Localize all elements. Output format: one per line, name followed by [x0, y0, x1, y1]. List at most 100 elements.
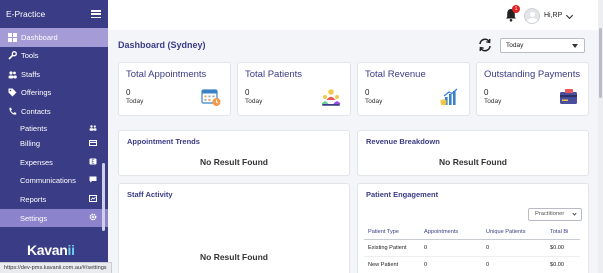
- stat-card-appointments: Total Appointments 0 Today: [118, 62, 231, 116]
- stat-period: Today: [484, 98, 502, 105]
- period-select-value: Today: [506, 42, 524, 49]
- column-header[interactable]: Unique Patients: [482, 226, 546, 240]
- table-cell: 0: [420, 239, 482, 257]
- page-title: Dashboard (Sydney): [118, 40, 206, 50]
- patients-icon: [321, 89, 341, 106]
- stat-value: 0: [365, 88, 370, 97]
- stat-title: Outstanding Payments: [484, 69, 581, 80]
- notification-badge: 1: [512, 5, 520, 13]
- revenue-icon: [440, 88, 458, 106]
- avatar[interactable]: [524, 8, 540, 24]
- caret-down-icon: [572, 44, 578, 48]
- period-select[interactable]: Today: [500, 38, 585, 53]
- column-header[interactable]: Appointments: [420, 226, 482, 240]
- user-name[interactable]: Hi,RP: [544, 12, 562, 19]
- panel-staff-activity: Staff Activity No Result Found: [118, 183, 350, 273]
- panel-title: Appointment Trends: [127, 137, 200, 146]
- panel-title: Revenue Breakdown: [366, 137, 440, 146]
- practitioner-filter-label: Practitioner: [535, 211, 565, 217]
- table-cell: Existing Patient: [364, 239, 420, 257]
- sidebar-item-expenses[interactable]: Expenses E: [0, 153, 108, 172]
- phone-icon: [8, 107, 17, 116]
- empty-message: No Result Found: [439, 157, 507, 167]
- logo-accent: ii: [67, 242, 75, 258]
- report-icon: [89, 194, 97, 204]
- stat-value: 0: [245, 88, 250, 97]
- sidebar-item-label: Reports: [20, 194, 47, 204]
- sidebar-item-label: Patients: [20, 123, 48, 133]
- scrollbar-thumb[interactable]: [599, 28, 602, 98]
- table-cell: $0.00: [546, 256, 580, 273]
- table-cell: 0: [482, 256, 546, 273]
- sidebar-item-label: Communications: [20, 176, 76, 186]
- sidebar-item-label: Tools: [21, 51, 39, 61]
- payments-icon: [560, 89, 577, 104]
- stat-card-patients: Total Patients 0 Today: [237, 62, 351, 116]
- sidebar-item-label: Staffs: [21, 69, 41, 79]
- stat-card-outstanding: Outstanding Payments 0 Today: [476, 62, 589, 116]
- tag-icon: [8, 88, 17, 97]
- panel-appointment-trends: Appointment Trends No Result Found: [118, 130, 350, 176]
- dashboard-icon: [8, 32, 17, 42]
- sidebar-item-label: Contacts: [21, 106, 51, 116]
- chevron-down-icon: [572, 211, 577, 216]
- sidebar-item-communications[interactable]: Communications: [0, 171, 108, 190]
- table-header-row: Patient Type Appointments Unique Patient…: [364, 226, 580, 240]
- panel-revenue-breakdown: Revenue Breakdown No Result Found: [357, 130, 589, 176]
- sidebar-item-dashboard[interactable]: Dashboard: [0, 28, 108, 47]
- logo-text: Kavan: [27, 242, 68, 258]
- table-cell: $0.00: [546, 239, 580, 257]
- refresh-icon[interactable]: [477, 37, 493, 53]
- patient-engagement-table: Patient Type Appointments Unique Patient…: [364, 226, 580, 273]
- stat-title: Total Revenue: [365, 69, 426, 80]
- practitioner-filter[interactable]: Practitioner: [528, 208, 582, 221]
- sidebar-item-label: Billing: [20, 138, 41, 148]
- panel-title: Patient Engagement: [366, 190, 439, 199]
- users-icon: [8, 70, 17, 79]
- sidebar: E-Practice Dashboard Tools Staffs Offeri…: [0, 0, 108, 273]
- page-scrollbar[interactable]: [598, 0, 603, 273]
- empty-message: No Result Found: [200, 157, 268, 167]
- sidebar-item-label: Dashboard: [21, 32, 58, 42]
- gear-icon: [89, 213, 97, 223]
- sidebar-item-settings[interactable]: Settings: [0, 208, 108, 228]
- chat-icon: [89, 176, 97, 185]
- sidebar-item-staffs[interactable]: Staffs: [0, 65, 108, 84]
- card-icon: [89, 139, 97, 148]
- receipt-icon: E: [89, 158, 97, 167]
- stat-value: 0: [484, 88, 489, 97]
- panel-title: Staff Activity: [127, 190, 173, 199]
- sidebar-item-label: Offerings: [21, 88, 52, 98]
- stat-title: Total Appointments: [126, 69, 207, 80]
- stat-title: Total Patients: [245, 69, 303, 80]
- table-row: Existing Patient 0 0 $0.00: [364, 239, 580, 257]
- empty-message: No Result Found: [200, 252, 268, 262]
- sidebar-item-reports[interactable]: Reports: [0, 190, 108, 209]
- sidebar-scrollbar[interactable]: [102, 163, 105, 231]
- sidebar-item-patients[interactable]: Patients: [0, 122, 108, 134]
- svg-text:E: E: [91, 159, 94, 165]
- wrench-icon: [8, 51, 17, 60]
- table-cell: New Patient: [364, 256, 420, 273]
- sidebar-item-label: Settings: [20, 213, 48, 223]
- sidebar-item-tools[interactable]: Tools: [0, 47, 108, 66]
- top-bar: 1 Hi,RP: [108, 0, 598, 30]
- sidebar-item-billing[interactable]: Billing: [0, 134, 108, 153]
- column-header[interactable]: Total Bi: [546, 226, 580, 240]
- table-row: New Patient 0 0 $0.00: [364, 256, 580, 273]
- table-cell: 0: [420, 256, 482, 273]
- menu-toggle-icon[interactable]: [91, 10, 101, 18]
- stat-period: Today: [365, 98, 383, 105]
- sidebar-submenu: Patients Billing Expenses E Communicatio…: [0, 124, 108, 228]
- sidebar-item-label: Expenses: [20, 157, 53, 167]
- stat-period: Today: [245, 98, 263, 105]
- stat-card-revenue: Total Revenue 0 Today: [357, 62, 470, 116]
- app-name: E-Practice: [6, 9, 46, 19]
- sidebar-item-contacts[interactable]: Contacts: [0, 102, 108, 121]
- status-bar-url: https://dev-pms.kavanii.com.au/#/setting…: [0, 262, 112, 273]
- chevron-down-icon[interactable]: [565, 11, 574, 20]
- panel-patient-engagement: Patient Engagement Practitioner Patient …: [357, 183, 589, 273]
- column-header[interactable]: Patient Type: [364, 226, 420, 240]
- brand-logo: Kavanii: [27, 242, 75, 258]
- sidebar-item-offerings[interactable]: Offerings: [0, 84, 108, 103]
